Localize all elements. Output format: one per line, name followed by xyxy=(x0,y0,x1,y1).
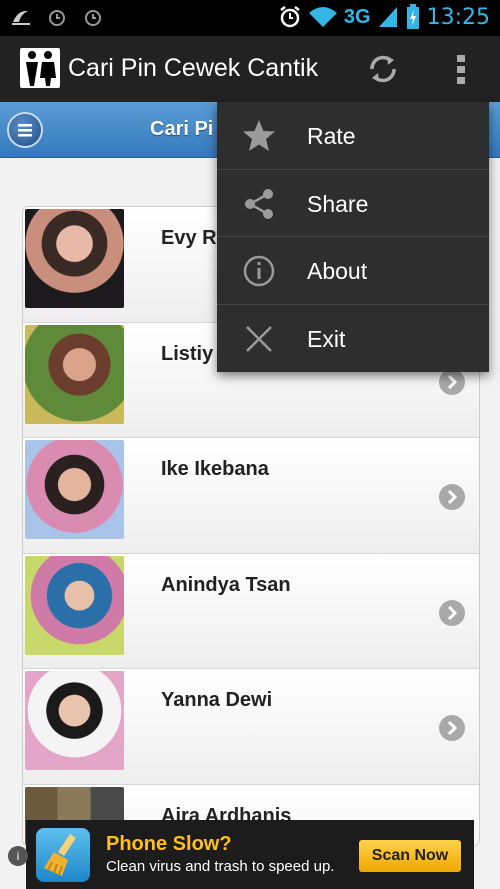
avatar xyxy=(25,555,124,655)
ad-headline: Phone Slow? xyxy=(106,833,232,855)
menu-item-label: Rate xyxy=(307,123,356,149)
avatar xyxy=(25,209,124,308)
menu-item-share[interactable]: Share xyxy=(217,170,489,237)
menu-icon xyxy=(18,124,32,137)
list-item-name: Ike Ikebana xyxy=(161,458,269,480)
chevron-right-icon xyxy=(439,368,465,395)
alarm-notification-icon-2 xyxy=(85,10,101,26)
clock: 13:25 xyxy=(426,4,490,30)
ad-subtext: Clean virus and trash to speed up. xyxy=(106,858,335,875)
avatar xyxy=(25,671,124,770)
ad-banner[interactable]: Phone Slow? Clean virus and trash to spe… xyxy=(26,820,474,889)
menu-item-rate[interactable]: Rate xyxy=(217,102,489,170)
list-item[interactable]: Yanna Dewi xyxy=(23,669,479,785)
refresh-icon xyxy=(370,55,396,83)
star-icon xyxy=(243,120,275,151)
alarm-notification-icon xyxy=(49,10,65,26)
overflow-menu-button[interactable] xyxy=(448,50,474,88)
list-item-name: Evy R xyxy=(161,227,217,249)
close-icon xyxy=(246,325,272,352)
page-title: Cari Pi xyxy=(150,118,214,140)
list-item-name: Listiy xyxy=(161,342,214,365)
menu-item-exit[interactable]: Exit xyxy=(217,305,489,373)
app-title: Cari Pin Cewek Cantik xyxy=(68,54,319,82)
list-item[interactable]: Ike Ikebana xyxy=(23,438,479,554)
list-item-name: Yanna Dewi xyxy=(161,689,273,711)
more-vert-icon xyxy=(457,55,465,84)
chevron-right-icon xyxy=(439,484,465,510)
ad-info-icon[interactable]: i xyxy=(8,846,28,866)
wifi-icon xyxy=(308,7,337,27)
list-item[interactable]: Anindya Tsan xyxy=(23,553,479,669)
signal-icon xyxy=(378,7,397,27)
notification-app-icon xyxy=(12,10,30,25)
list-item-name: Anindya Tsan xyxy=(161,573,291,596)
scan-now-button[interactable]: Scan Now xyxy=(359,840,461,872)
chevron-right-icon xyxy=(439,715,465,741)
avatar xyxy=(25,324,124,424)
status-bar: 3G 13:25 xyxy=(0,0,500,36)
alarm-icon xyxy=(280,6,300,28)
broom-icon xyxy=(36,828,90,882)
app-logo-icon xyxy=(20,48,60,88)
overflow-menu: Rate Share About Exit xyxy=(217,102,489,372)
share-icon xyxy=(245,188,273,219)
menu-item-label: Exit xyxy=(307,325,346,352)
action-bar: Cari Pin Cewek Cantik xyxy=(0,36,500,102)
avatar xyxy=(25,440,124,539)
menu-button[interactable] xyxy=(7,112,43,148)
menu-item-about[interactable]: About xyxy=(217,237,489,305)
network-type: 3G xyxy=(343,5,371,28)
refresh-button[interactable] xyxy=(364,50,402,88)
chevron-right-icon xyxy=(439,599,465,626)
menu-item-label: Share xyxy=(307,190,369,217)
menu-item-label: About xyxy=(307,258,368,284)
info-icon xyxy=(243,255,275,287)
battery-icon xyxy=(406,4,419,29)
